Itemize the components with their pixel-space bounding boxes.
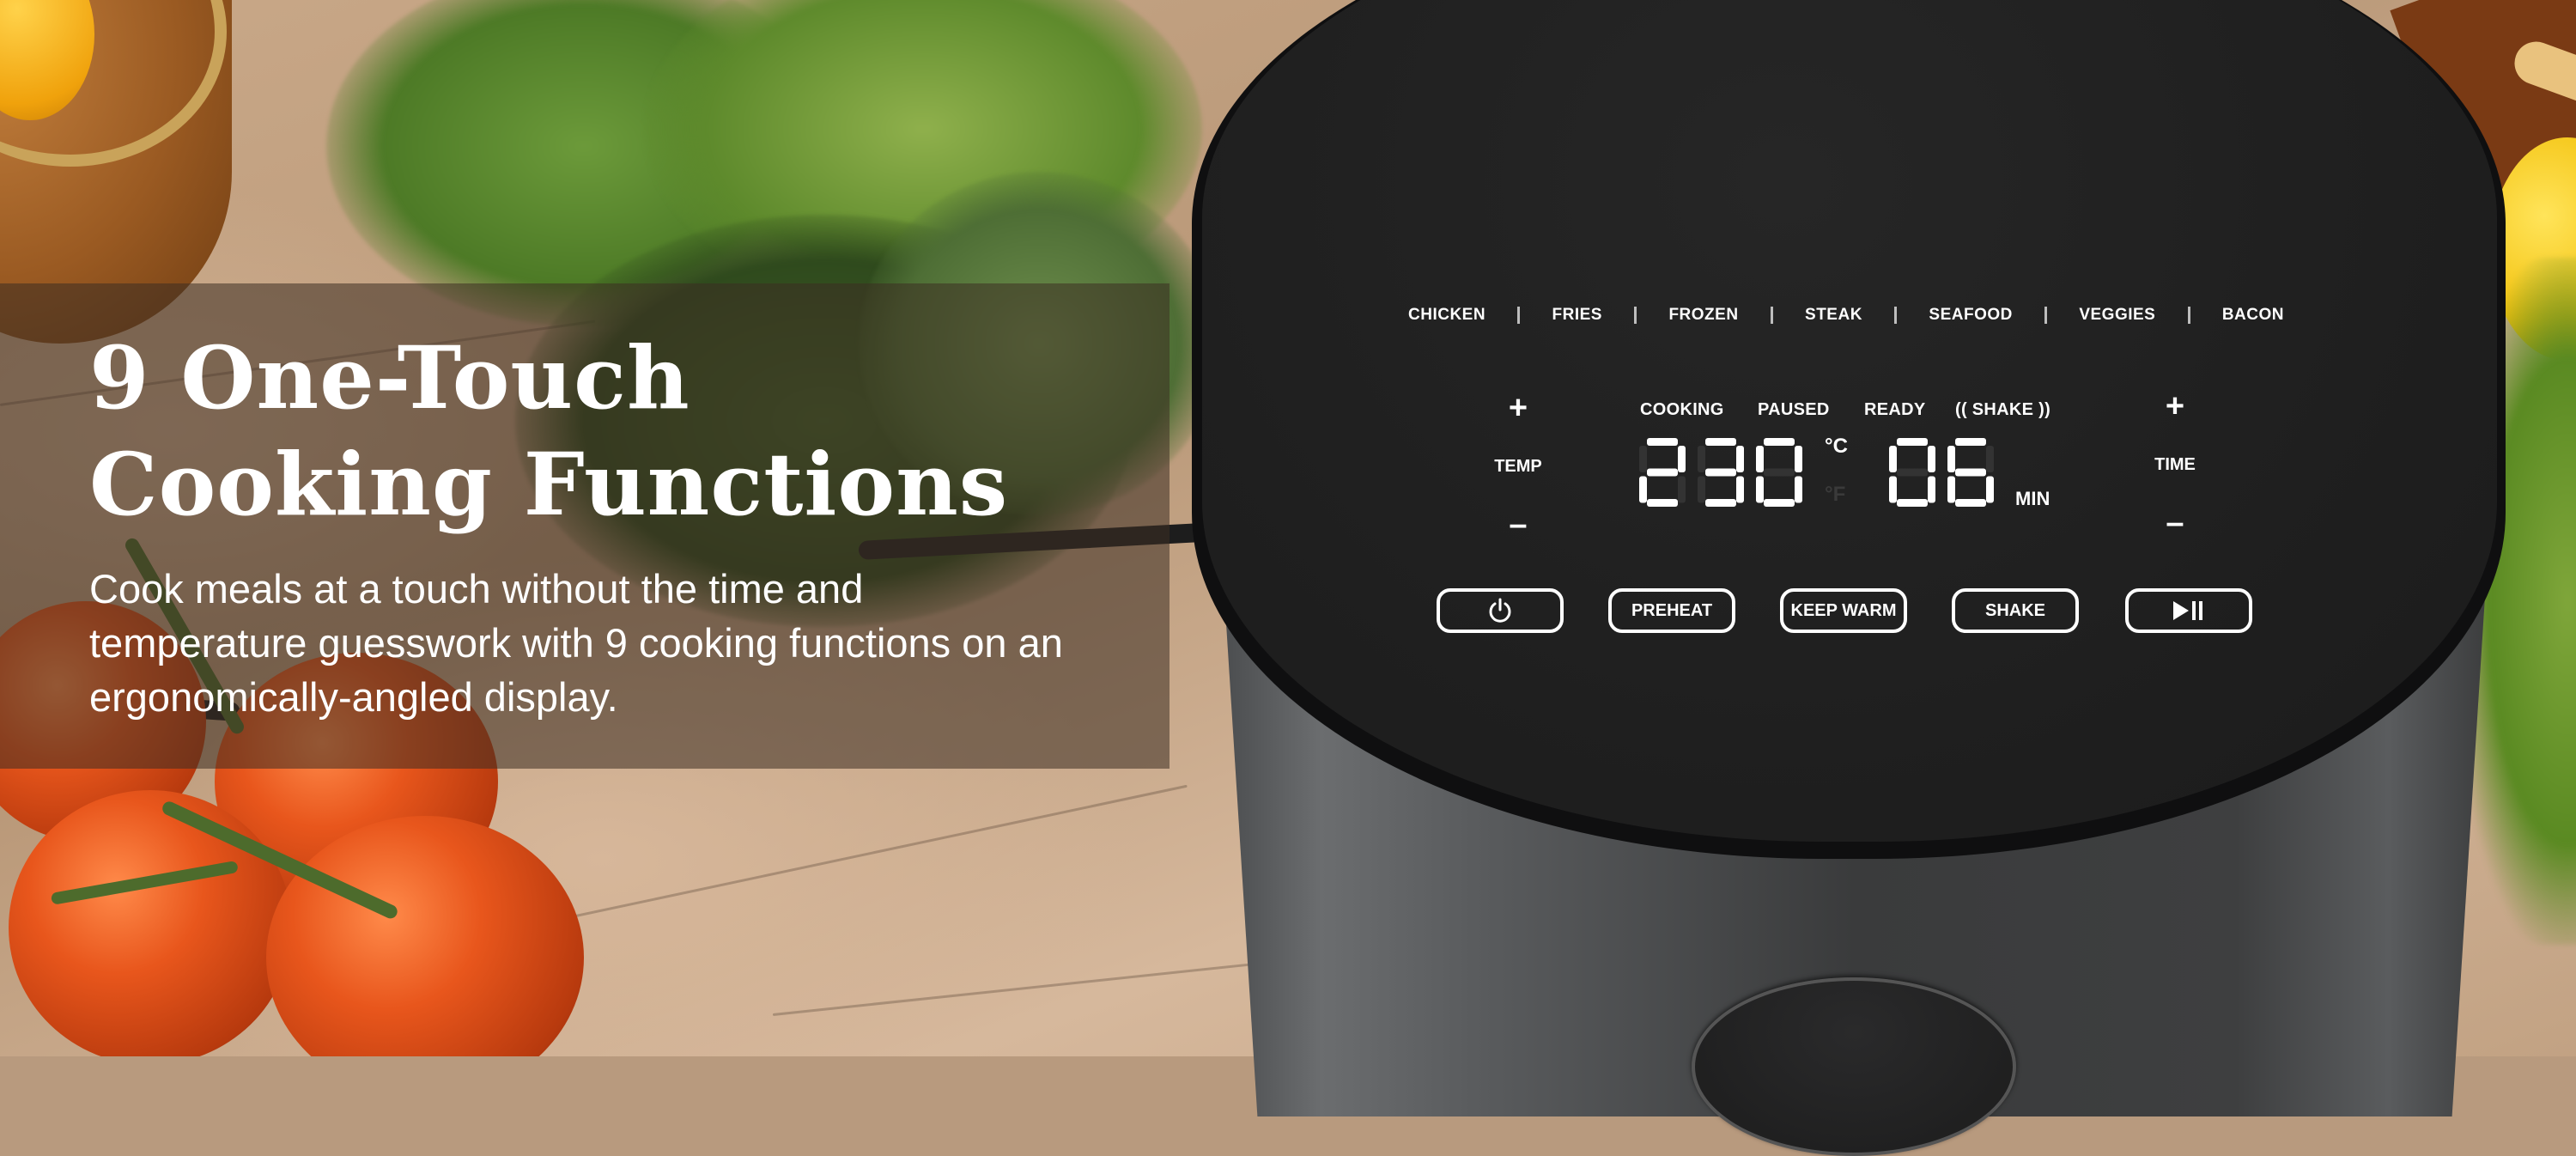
preset-fries[interactable]: FRIES: [1552, 306, 1602, 325]
segment-a: [1955, 438, 1986, 446]
segment-e: [1698, 476, 1705, 503]
segment-a: [1705, 438, 1736, 446]
preset-functions-row: CHICKEN FRIES FROZEN STEAK SEAFOOD VEGGI…: [1408, 302, 2284, 328]
segment-f: [1639, 446, 1647, 472]
separator: [2044, 307, 2048, 324]
temp-plus-button[interactable]: +: [1484, 392, 1552, 424]
segment-b: [1795, 446, 1802, 472]
description-line-3: ergonomically-angled display.: [89, 674, 618, 720]
preset-bacon[interactable]: BACON: [2222, 306, 2284, 325]
separator: [1517, 307, 1521, 324]
segment-b: [1678, 446, 1686, 472]
basket-handle[interactable]: [1692, 977, 2016, 1156]
segment-c: [1795, 476, 1802, 503]
segment-c: [1928, 476, 1935, 503]
separator: [1770, 307, 1773, 324]
segment-b: [1986, 446, 1994, 472]
status-paused: PAUSED: [1758, 400, 1830, 419]
description-line-2: temperature guesswork with 9 cooking fun…: [89, 620, 1063, 666]
start-pause-button[interactable]: [2125, 588, 2252, 633]
preset-frozen[interactable]: FROZEN: [1668, 306, 1738, 325]
status-shake: (( SHAKE )): [1955, 400, 2051, 419]
segment-d: [1764, 499, 1795, 507]
time-minus-button[interactable]: –: [2141, 507, 2209, 539]
separator: [1894, 307, 1898, 324]
feature-heading: 9 One-Touch Cooking Functions: [89, 325, 1008, 538]
segment-f: [1889, 446, 1897, 472]
status-cooking: COOKING: [1640, 400, 1724, 419]
unit-fahrenheit: °F: [1825, 483, 1846, 506]
status-ready: READY: [1864, 400, 1926, 419]
temp-label: TEMP: [1494, 457, 1542, 476]
separator: [1634, 307, 1637, 324]
air-fryer-control-panel: [1202, 0, 2497, 842]
shake-button[interactable]: SHAKE: [1952, 588, 2079, 633]
separator: [2187, 307, 2190, 324]
tomato: [9, 790, 292, 1056]
power-icon: [1489, 598, 1511, 623]
segment-g: [1897, 468, 1928, 477]
segment-e: [1639, 476, 1647, 503]
keep-warm-button[interactable]: KEEP WARM: [1780, 588, 1907, 633]
segment-d: [1647, 499, 1678, 507]
segment-d: [1705, 499, 1736, 507]
time-label: TIME: [2154, 455, 2196, 474]
segment-g: [1705, 468, 1736, 477]
segment-g: [1647, 468, 1678, 477]
heading-line-2: Cooking Functions: [89, 434, 1009, 535]
time-plus-button[interactable]: +: [2141, 390, 2209, 423]
preset-seafood[interactable]: SEAFOOD: [1929, 306, 2012, 325]
segment-a: [1764, 438, 1795, 446]
segment-b: [1928, 446, 1935, 472]
temperature-display: [1637, 436, 1818, 508]
temperature-digits: [1639, 438, 1802, 507]
segment-c: [1678, 476, 1686, 503]
segment-f: [1947, 446, 1955, 472]
heading-line-1: 9 One-Touch: [89, 327, 690, 429]
unit-celsius: °C: [1825, 435, 1848, 458]
segment-g: [1955, 468, 1986, 477]
segment-e: [1889, 476, 1897, 503]
time-display: [1887, 436, 2008, 508]
segment-f: [1698, 446, 1705, 472]
segment-c: [1986, 476, 1994, 503]
segment-e: [1756, 476, 1764, 503]
preheat-button[interactable]: PREHEAT: [1608, 588, 1735, 633]
segment-c: [1736, 476, 1744, 503]
description-line-1: Cook meals at a touch without the time a…: [89, 566, 864, 611]
preset-veggies[interactable]: VEGGIES: [2079, 306, 2155, 325]
segment-b: [1736, 446, 1744, 472]
time-digits: [1889, 438, 1994, 507]
preset-chicken[interactable]: CHICKEN: [1408, 306, 1485, 325]
play-pause-icon: [2173, 601, 2202, 620]
segment-d: [1897, 499, 1928, 507]
unit-minutes: MIN: [2015, 488, 2050, 509]
power-button[interactable]: [1437, 588, 1564, 633]
temp-minus-button[interactable]: –: [1484, 508, 1552, 541]
segment-a: [1647, 438, 1678, 446]
preset-steak[interactable]: STEAK: [1805, 306, 1862, 325]
segment-a: [1897, 438, 1928, 446]
feature-description: Cook meals at a touch without the time a…: [89, 562, 1154, 724]
segment-f: [1756, 446, 1764, 472]
segment-g: [1764, 468, 1795, 477]
segment-e: [1947, 476, 1955, 503]
segment-d: [1955, 499, 1986, 507]
